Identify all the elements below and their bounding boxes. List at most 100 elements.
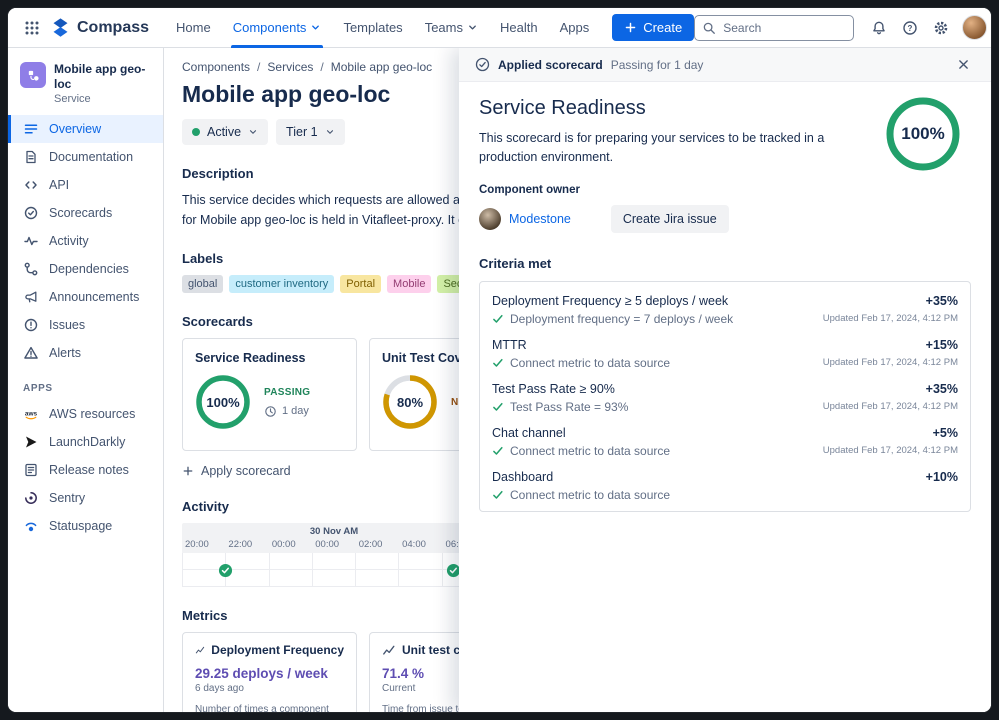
clock-icon <box>265 405 276 417</box>
label-tag[interactable]: Mobile <box>387 275 432 293</box>
launchdarkly-icon <box>26 436 37 448</box>
panel-header-label: Applied scorecard <box>498 57 603 72</box>
line-chart-icon <box>195 646 205 654</box>
sidebar-item-announcements[interactable]: Announcements <box>8 283 163 311</box>
search-icon <box>702 21 716 40</box>
scorecard-card-service-readiness[interactable]: Service Readiness 100% PASSING 1 day <box>182 338 357 451</box>
criterion-weight: +5% <box>932 425 958 440</box>
breadcrumb-separator: / <box>320 60 324 74</box>
nav-home[interactable]: Home <box>165 8 222 48</box>
app-switcher-icon[interactable] <box>18 14 46 42</box>
sidebar-component-type: Service <box>54 93 91 105</box>
issues-icon <box>24 318 38 332</box>
create-button[interactable]: Create <box>612 14 695 41</box>
metric-updated: 6 days ago <box>195 683 244 694</box>
component-owner-heading: Component owner <box>479 183 580 196</box>
check-icon <box>493 446 503 455</box>
check-icon <box>493 490 503 499</box>
app-window: Compass Home Components Templates Teams … <box>8 8 991 712</box>
sidebar-item-documentation[interactable]: Documentation <box>8 143 163 171</box>
search-input[interactable] <box>694 14 855 41</box>
criterion-updated: Updated Feb 17, 2024, 4:12 PM <box>822 357 958 368</box>
statuspage-icon <box>25 522 37 532</box>
nav-apps[interactable]: Apps <box>549 8 601 48</box>
help-icon[interactable]: ? <box>896 14 924 42</box>
criteria-list: Deployment Frequency ≥ 5 deploys / week … <box>479 280 971 512</box>
plus-icon <box>625 22 636 33</box>
score-ring-100: 100% <box>195 374 251 430</box>
release-notes-icon <box>25 463 37 477</box>
sidebar-item-api[interactable]: API <box>8 171 163 199</box>
sidebar-item-overview[interactable]: Overview <box>8 115 163 143</box>
user-avatar[interactable] <box>962 15 988 40</box>
nav-components[interactable]: Components <box>222 8 333 48</box>
criterion-detail: Connect metric to data source <box>510 487 671 502</box>
criterion-row: Chat channel +5% Connect metric to data … <box>480 419 970 463</box>
nav-health[interactable]: Health <box>489 8 549 48</box>
plus-icon <box>183 466 193 476</box>
check-icon <box>493 314 503 323</box>
metric-card-deployment-frequency[interactable]: Deployment Frequency 29.25 deploys / wee… <box>182 632 357 712</box>
sidebar-app-aws-resources[interactable]: aws AWS resources <box>8 400 163 428</box>
primary-nav: Home Components Templates Teams Health A… <box>165 8 600 48</box>
sidebar-item-dependencies[interactable]: Dependencies <box>8 255 163 283</box>
dependencies-icon <box>24 262 38 276</box>
criterion-name: Chat channel <box>492 425 566 440</box>
search-box <box>694 14 855 41</box>
criterion-detail: Test Pass Rate = 93% <box>510 399 629 414</box>
apply-scorecard-button[interactable]: Apply scorecard <box>182 464 291 478</box>
sidebar: Mobile app geo-loc Service Overview Docu… <box>8 48 164 712</box>
criterion-name: MTTR <box>492 337 527 352</box>
criterion-detail: Connect metric to data source <box>510 443 671 458</box>
brand-name: Compass <box>77 18 150 36</box>
nav-teams[interactable]: Teams <box>414 8 489 48</box>
sidebar-item-alerts[interactable]: Alerts <box>8 339 163 367</box>
aws-icon: aws <box>25 411 38 420</box>
nav-templates[interactable]: Templates <box>332 8 413 48</box>
sidebar-item-activity[interactable]: Activity <box>8 227 163 255</box>
scorecard-duration: 1 day <box>264 405 310 418</box>
sidebar-app-sentry[interactable]: Sentry <box>8 484 163 512</box>
sidebar-item-issues[interactable]: Issues <box>8 311 163 339</box>
criterion-updated: Updated Feb 17, 2024, 4:12 PM <box>822 313 958 324</box>
panel-header: Applied scorecard Passing for 1 day <box>459 48 991 82</box>
settings-gear-icon[interactable] <box>927 14 955 42</box>
chevron-down-icon <box>326 130 333 134</box>
breadcrumb-services[interactable]: Services <box>267 60 313 74</box>
metric-description: Number of times a component was deployed… <box>195 704 329 712</box>
compass-logo[interactable]: Compass <box>50 17 149 38</box>
criterion-updated: Updated Feb 17, 2024, 4:12 PM <box>822 401 958 412</box>
criterion-detail: Connect metric to data source <box>510 355 671 370</box>
scorecard-score-ring: 100% <box>885 96 961 172</box>
criterion-name: Test Pass Rate ≥ 90% <box>492 381 615 396</box>
sidebar-app-launchdarkly[interactable]: LaunchDarkly <box>8 428 163 456</box>
breadcrumb-current[interactable]: Mobile app geo-loc <box>331 60 432 74</box>
sidebar-app-statuspage[interactable]: Statuspage <box>8 512 163 540</box>
panel-header-status: Passing for 1 day <box>610 57 704 72</box>
deployment-event-check-icon[interactable] <box>218 563 233 578</box>
tier-dropdown[interactable]: Tier 1 <box>276 119 345 145</box>
criterion-row: MTTR +15% Connect metric to data source … <box>480 331 970 375</box>
topnav-right-cluster: ? <box>694 14 988 42</box>
criterion-row: Dashboard +10% Connect metric to data so… <box>480 463 970 507</box>
criterion-row: Deployment Frequency ≥ 5 deploys / week … <box>480 287 970 331</box>
panel-body: Service Readiness This scorecard is for … <box>459 82 991 712</box>
create-jira-issue-button[interactable]: Create Jira issue <box>610 204 729 233</box>
label-tag[interactable]: global <box>182 275 224 293</box>
close-icon[interactable] <box>951 53 975 77</box>
notifications-icon[interactable] <box>865 14 893 42</box>
svg-text:aws: aws <box>25 411 38 418</box>
breadcrumb-separator: / <box>257 60 261 74</box>
owner-name-link[interactable]: Modestone <box>509 212 571 226</box>
active-status-dot <box>192 128 200 136</box>
breadcrumb-components[interactable]: Components <box>182 60 250 74</box>
status-dropdown[interactable]: Active <box>182 119 269 145</box>
scorecard-title: Service Readiness <box>195 351 306 365</box>
label-tag[interactable]: Portal <box>340 275 382 293</box>
criterion-weight: +15% <box>925 337 958 352</box>
sidebar-app-release-notes[interactable]: Release notes <box>8 456 163 484</box>
app-body: Mobile app geo-loc Service Overview Docu… <box>8 48 991 712</box>
sidebar-item-scorecards[interactable]: Scorecards <box>8 199 163 227</box>
top-navigation: Compass Home Components Templates Teams … <box>8 8 991 48</box>
label-tag[interactable]: customer inventory <box>229 275 335 293</box>
